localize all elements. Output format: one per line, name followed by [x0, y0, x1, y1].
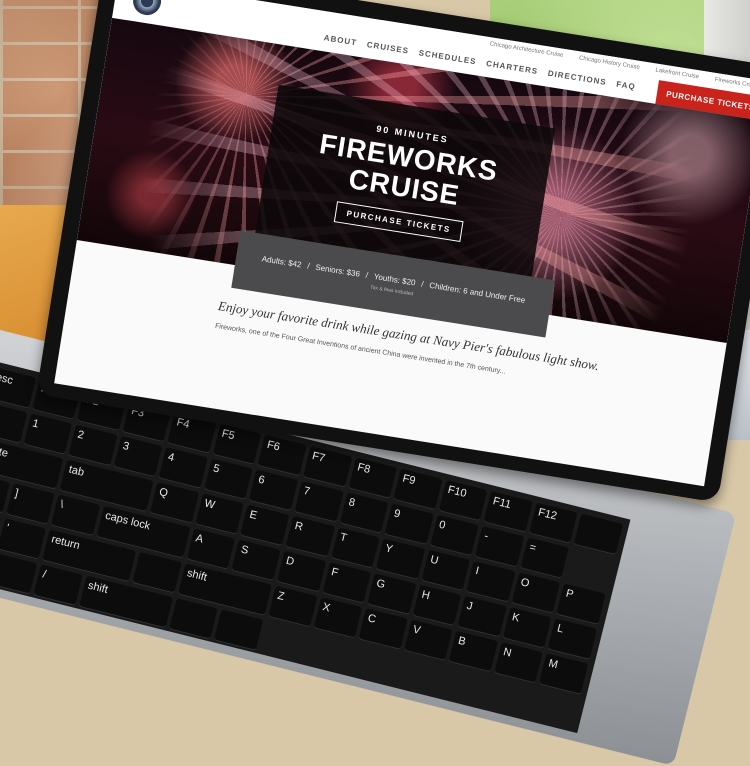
key[interactable]: 9	[384, 503, 434, 545]
price-adults: Adults: $42	[261, 253, 303, 269]
price-separator: /	[420, 279, 425, 289]
key[interactable]: 2	[68, 424, 118, 467]
top-link-lakefront[interactable]: Lakefront Cruise	[655, 68, 699, 81]
key[interactable]: F6	[257, 434, 307, 477]
key[interactable]: /	[33, 564, 83, 606]
key[interactable]: -	[474, 526, 525, 568]
key[interactable]: U	[421, 549, 471, 592]
key[interactable]: Z	[268, 585, 318, 628]
key[interactable]: \	[50, 494, 100, 536]
key[interactable]: 5	[203, 458, 253, 500]
key[interactable]: I	[466, 561, 516, 603]
key[interactable]: 0	[429, 514, 479, 557]
logo[interactable]	[131, 0, 164, 18]
key[interactable]: L	[547, 618, 597, 660]
nav-charters[interactable]: CHARTERS	[486, 59, 539, 76]
key[interactable]	[214, 609, 264, 651]
key[interactable]: D	[276, 550, 326, 593]
key[interactable]: F12	[528, 502, 578, 544]
key[interactable]: F5	[212, 423, 262, 465]
key[interactable]: F11	[483, 491, 533, 533]
price-seniors: Seniors: $36	[314, 262, 361, 279]
top-link-history[interactable]: Chicago History Cruise	[579, 55, 641, 71]
key[interactable]: ]	[5, 483, 55, 525]
nav-about[interactable]: ABOUT	[323, 33, 357, 47]
key[interactable]: V	[403, 619, 453, 662]
key[interactable]: =	[520, 537, 570, 579]
key[interactable]: F9	[393, 468, 443, 511]
key[interactable]: P	[556, 583, 606, 625]
key[interactable]: X	[313, 597, 363, 639]
key[interactable]: 1	[23, 413, 73, 455]
key[interactable]: R	[285, 516, 335, 558]
key[interactable]: C	[358, 608, 408, 650]
top-link-architecture[interactable]: Chicago Architecture Cruise	[489, 41, 563, 59]
key[interactable]: H	[412, 584, 462, 627]
key[interactable]: 7	[294, 481, 344, 523]
key[interactable]: G	[367, 573, 417, 615]
nav-faq[interactable]: FAQ	[616, 80, 637, 92]
key[interactable]: T	[330, 527, 380, 569]
key[interactable]: esc	[0, 367, 36, 409]
key[interactable]: F7	[302, 446, 352, 488]
key[interactable]: F10	[438, 479, 488, 522]
price-separator: /	[365, 270, 369, 280]
key[interactable]: 8	[339, 492, 389, 534]
key[interactable]: .	[0, 553, 38, 595]
key[interactable]: J	[457, 595, 507, 638]
key[interactable]: Y	[375, 538, 425, 580]
nav-schedules[interactable]: SCHEDULES	[418, 48, 477, 66]
key[interactable]: F8	[348, 457, 398, 499]
key[interactable]	[169, 598, 219, 640]
key[interactable]	[132, 552, 182, 594]
key[interactable]: A	[186, 528, 236, 570]
price-note: Tax & fees included	[369, 284, 414, 297]
key[interactable]: S	[231, 539, 281, 582]
key[interactable]: 6	[249, 469, 299, 512]
key[interactable]: O	[511, 572, 561, 614]
key[interactable]	[574, 513, 624, 556]
key[interactable]: F	[321, 562, 372, 604]
key[interactable]: M	[539, 653, 589, 695]
key[interactable]: E	[240, 504, 290, 547]
key[interactable]: 3	[113, 436, 163, 478]
nav-cruises[interactable]: CRUISES	[366, 40, 409, 56]
key[interactable]: Q	[149, 482, 199, 524]
key[interactable]: B	[448, 630, 498, 673]
key[interactable]: ~	[0, 402, 27, 444]
laptop-screen: Chicago Architecture Cruise Chicago Hist…	[54, 0, 750, 487]
key[interactable]: N	[494, 642, 544, 684]
key[interactable]: '	[0, 518, 47, 560]
nav-directions[interactable]: DIRECTIONS	[547, 69, 607, 87]
price-children: Children: 6 and Under Free	[428, 280, 526, 305]
key[interactable]: 4	[158, 447, 208, 489]
top-link-fireworks[interactable]: Fireworks Cruise	[714, 77, 750, 90]
key[interactable]: K	[502, 607, 552, 649]
price-separator: /	[306, 260, 311, 271]
